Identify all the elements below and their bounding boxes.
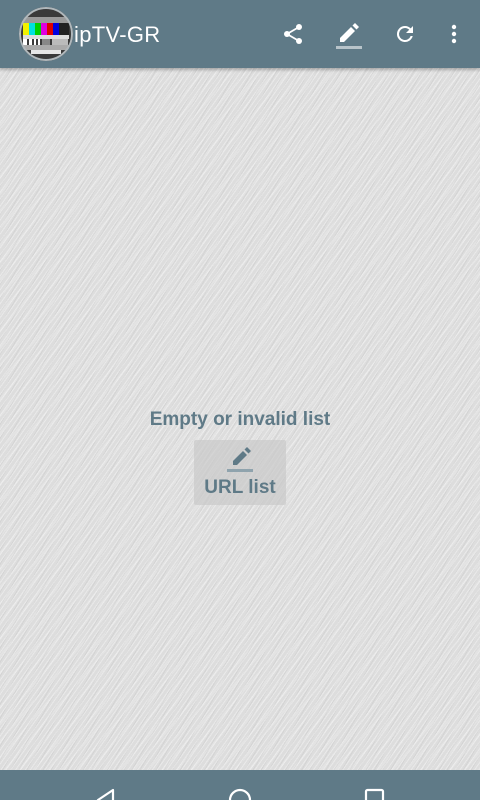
edit-button[interactable] — [329, 14, 369, 54]
more-options-button[interactable] — [436, 14, 472, 54]
test-card-logo-icon — [19, 7, 73, 61]
refresh-button[interactable] — [385, 14, 425, 54]
app-bar: ipTV-GR — [0, 0, 480, 68]
back-button[interactable] — [86, 784, 126, 800]
recents-button[interactable] — [355, 784, 395, 800]
home-button[interactable] — [220, 784, 260, 800]
url-list-button[interactable]: URL list — [194, 440, 286, 505]
share-button[interactable] — [273, 14, 313, 54]
back-icon — [96, 788, 115, 800]
recents-icon — [364, 788, 385, 800]
home-icon — [228, 788, 252, 800]
navigation-bar — [0, 770, 480, 800]
more-vert-icon — [451, 24, 457, 44]
empty-list-message: Empty or invalid list — [149, 409, 331, 430]
url-list-label: URL list — [204, 477, 276, 498]
edit-icon — [336, 23, 362, 49]
app-title: ipTV-GR — [74, 22, 161, 47]
screen: ipTV-GR Empty or invalid list URL list — [0, 0, 480, 800]
share-icon — [284, 24, 302, 44]
refresh-icon — [396, 25, 413, 42]
edit-icon — [227, 447, 253, 472]
